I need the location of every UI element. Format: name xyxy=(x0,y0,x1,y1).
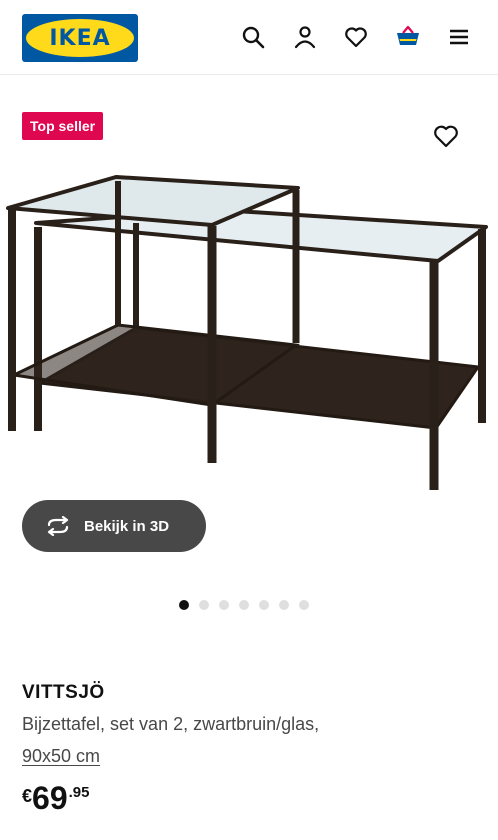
pagination-dot[interactable] xyxy=(179,600,189,610)
pagination-dot[interactable] xyxy=(259,600,269,610)
image-pagination xyxy=(179,600,309,610)
wishlist-icon[interactable] xyxy=(343,24,369,50)
top-seller-badge: Top seller xyxy=(22,112,104,140)
pagination-dot[interactable] xyxy=(199,600,209,610)
site-header: IKEA xyxy=(0,0,498,74)
search-icon[interactable] xyxy=(240,24,266,50)
product-name: VITTSJÖ xyxy=(22,682,105,703)
menu-icon[interactable] xyxy=(446,24,472,50)
product-wishlist-heart-icon[interactable] xyxy=(432,122,460,150)
price-currency: € xyxy=(22,786,33,806)
product-description: Bijzettafel, set van 2, zwartbruin/glas, xyxy=(22,714,320,734)
view-in-3d-label: Bekijk in 3D xyxy=(84,517,170,535)
pagination-dot[interactable] xyxy=(239,600,249,610)
product-price: € 69 .95 xyxy=(22,780,89,816)
cart-icon[interactable] xyxy=(395,24,421,50)
logo-text: IKEA xyxy=(49,25,111,51)
pagination-dot[interactable] xyxy=(279,600,289,610)
ikea-logo[interactable]: IKEA xyxy=(22,14,138,62)
price-decimal: .95 xyxy=(68,784,90,801)
logo-oval: IKEA xyxy=(26,19,134,57)
price-integer: 69 xyxy=(32,780,68,816)
header-divider xyxy=(0,74,498,75)
product-image[interactable] xyxy=(0,165,498,505)
rotate-3d-icon xyxy=(44,516,72,536)
account-icon[interactable] xyxy=(292,24,318,50)
view-in-3d-button[interactable]: Bekijk in 3D xyxy=(22,500,206,552)
pagination-dot[interactable] xyxy=(219,600,229,610)
product-dimensions-link[interactable]: 90x50 cm xyxy=(22,746,100,767)
pagination-dot[interactable] xyxy=(299,600,309,610)
